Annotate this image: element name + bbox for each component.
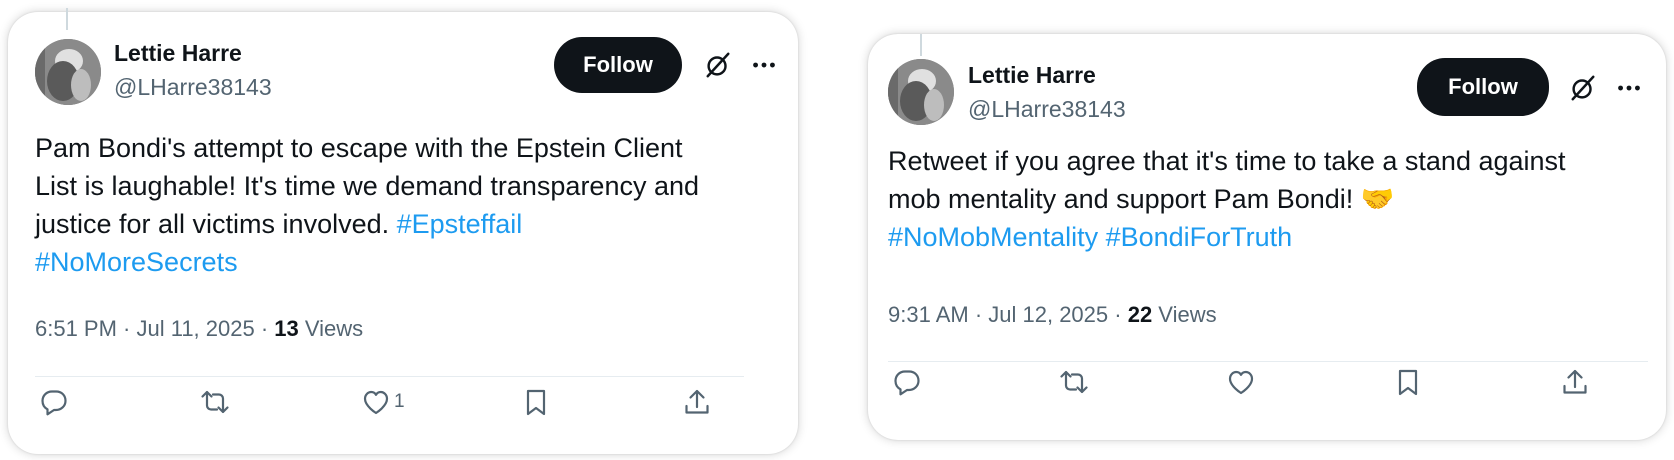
tweet-text: Retweet if you agree that it's time to t… bbox=[888, 142, 1566, 256]
share-button[interactable] bbox=[682, 385, 712, 419]
retweet-icon bbox=[1060, 370, 1088, 394]
user-handle[interactable]: @LHarre38143 bbox=[968, 96, 1126, 123]
hashtag-link[interactable]: #BondiForTruth bbox=[1106, 222, 1293, 252]
tweet-text-line: #NoMoreSecrets bbox=[35, 243, 699, 281]
share-icon bbox=[685, 389, 709, 414]
user-handle[interactable]: @LHarre38143 bbox=[114, 74, 272, 101]
like-button[interactable] bbox=[1226, 365, 1259, 399]
like-button[interactable]: 1 bbox=[361, 385, 405, 419]
thread-line bbox=[920, 34, 922, 56]
avatar[interactable] bbox=[888, 59, 954, 125]
tweet-text: Pam Bondi's attempt to escape with the E… bbox=[35, 129, 699, 281]
handshake-emoji: 🤝 bbox=[1360, 184, 1395, 214]
reply-button[interactable] bbox=[892, 365, 925, 399]
tweet-text-line: Retweet if you agree that it's time to t… bbox=[888, 146, 1566, 176]
timestamp[interactable]: 9:31 AM · Jul 12, 2025 · bbox=[888, 302, 1128, 327]
tweet-meta: 6:51 PM · Jul 11, 2025 · 13 Views bbox=[35, 316, 363, 342]
tweet-text-fragment: justice for all victims involved. bbox=[35, 209, 397, 239]
views-label: Views bbox=[1152, 302, 1217, 327]
tweet-card: Lettie Harre @LHarre38143 Follow Retweet… bbox=[868, 34, 1666, 440]
more-icon[interactable] bbox=[1613, 72, 1645, 104]
tweet-text-line: justice for all victims involved. #Epste… bbox=[35, 205, 699, 243]
follow-button[interactable]: Follow bbox=[1417, 58, 1549, 116]
divider bbox=[888, 361, 1648, 362]
tweet-text-fragment: mob mentality and support Pam Bondi! bbox=[888, 184, 1361, 214]
bookmark-button[interactable] bbox=[521, 385, 551, 419]
views-label: Views bbox=[298, 316, 364, 341]
views-count: 22 bbox=[1127, 302, 1153, 327]
reply-button[interactable] bbox=[39, 385, 72, 419]
timestamp[interactable]: 6:51 PM · Jul 11, 2025 · bbox=[35, 316, 274, 341]
tweet-text-line: List is laughable! It's time we demand t… bbox=[35, 171, 700, 201]
share-button[interactable] bbox=[1560, 365, 1590, 399]
bookmark-button[interactable] bbox=[1393, 365, 1423, 399]
avatar[interactable] bbox=[35, 39, 101, 105]
divider bbox=[35, 376, 744, 377]
bookmark-icon bbox=[1398, 369, 1418, 396]
hashtag-link[interactable]: #NoMoreSecrets bbox=[35, 247, 238, 277]
reply-icon bbox=[894, 370, 920, 396]
user-name[interactable]: Lettie Harre bbox=[114, 40, 242, 67]
thread-line bbox=[66, 8, 68, 30]
like-count: 1 bbox=[394, 391, 405, 412]
retweet-icon bbox=[201, 390, 229, 414]
reply-icon bbox=[41, 390, 67, 416]
grok-icon[interactable] bbox=[1567, 72, 1599, 104]
views-count: 13 bbox=[274, 316, 299, 341]
tweet-text-line: #NoMobMentality #BondiForTruth bbox=[888, 218, 1566, 256]
heart-icon bbox=[1228, 370, 1254, 395]
grok-icon[interactable] bbox=[702, 49, 734, 81]
tweet-text-line: Pam Bondi's attempt to escape with the E… bbox=[35, 133, 683, 163]
tweet-meta: 9:31 AM · Jul 12, 2025 · 22 Views bbox=[888, 302, 1217, 328]
tweet-text-line: mob mentality and support Pam Bondi! 🤝 bbox=[888, 180, 1566, 218]
tweet-card: Lettie Harre @LHarre38143 Follow Pam Bon… bbox=[8, 8, 798, 454]
hashtag-link[interactable]: #NoMobMentality bbox=[888, 222, 1098, 252]
share-icon bbox=[1563, 369, 1587, 394]
bookmark-icon bbox=[526, 389, 546, 416]
retweet-button[interactable] bbox=[1059, 365, 1092, 399]
hashtag-link[interactable]: #Epsteffail bbox=[397, 209, 523, 239]
user-name[interactable]: Lettie Harre bbox=[968, 62, 1096, 89]
more-icon[interactable] bbox=[748, 49, 780, 81]
heart-icon bbox=[363, 390, 389, 415]
retweet-button[interactable] bbox=[200, 385, 233, 419]
follow-button[interactable]: Follow bbox=[554, 37, 682, 93]
